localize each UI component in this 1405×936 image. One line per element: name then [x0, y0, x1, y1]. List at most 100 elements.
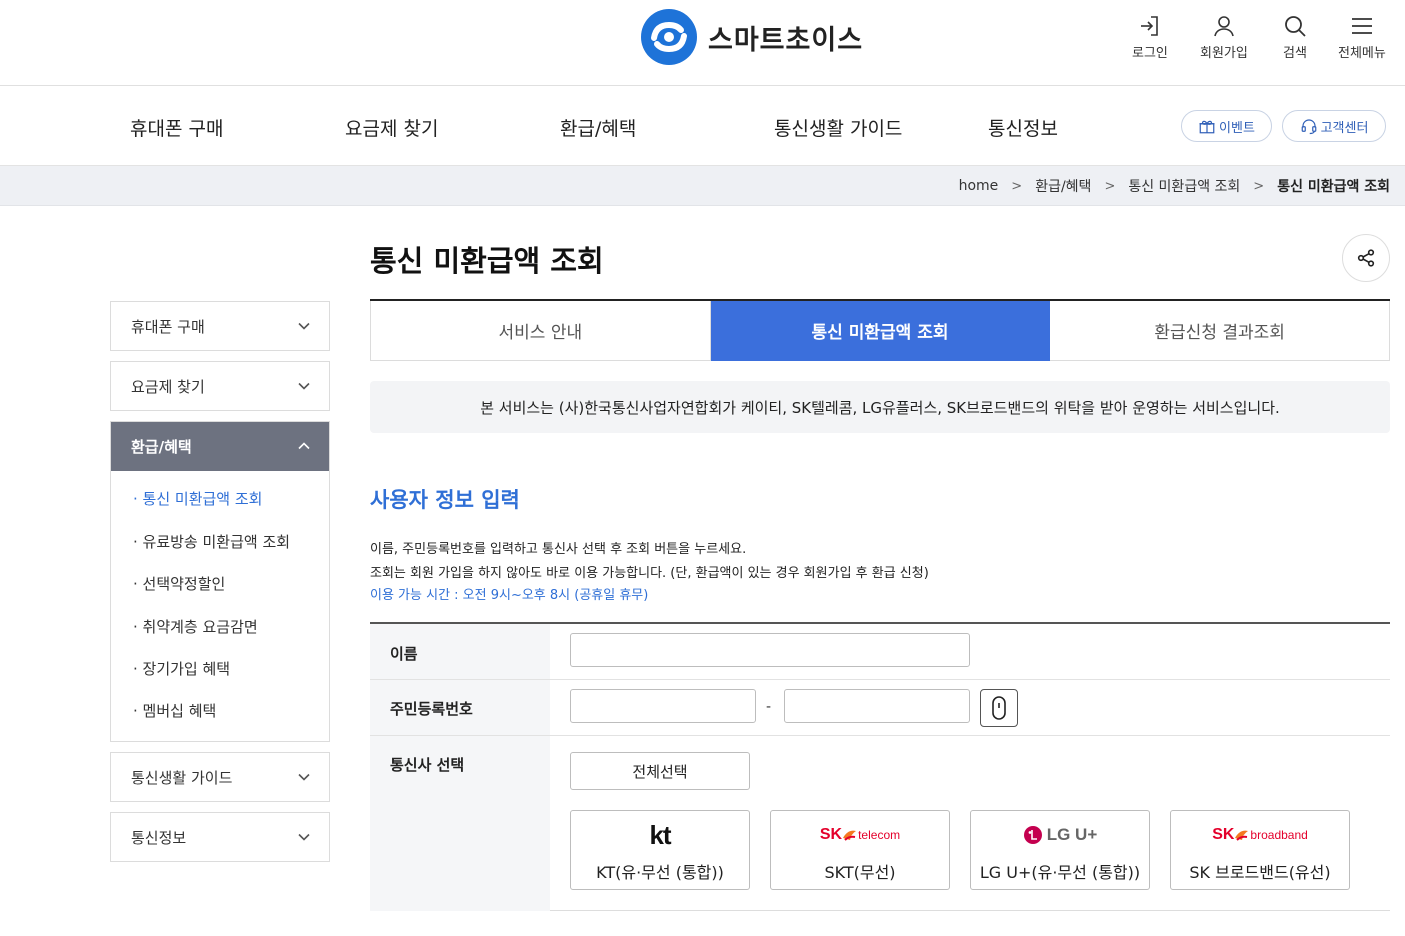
- breadcrumb-bar: home > 환급/혜택 > 통신 미환급액 조회 > 통신 미환급액 조회: [0, 166, 1405, 206]
- site-logo[interactable]: 스마트초이스: [640, 8, 863, 66]
- content-tabs: 서비스 안내 통신 미환급액 조회 환급신청 결과조회: [370, 299, 1391, 361]
- service-hours: 이용 가능 시간 : 오전 9시~오후 8시 (공휴일 휴무): [370, 588, 649, 603]
- gnb-item-plan[interactable]: 요금제 찾기: [345, 114, 438, 141]
- kt-logo: kt: [649, 819, 671, 850]
- carrier-name: SK 브로드밴드(유선): [1189, 863, 1331, 882]
- select-all-label: 전체선택: [632, 762, 688, 781]
- sk-butterfly-icon: [1235, 830, 1249, 841]
- name-label: 이름: [390, 645, 418, 663]
- gnb-item-info[interactable]: 통신정보: [988, 114, 1058, 141]
- sidebar-item-info[interactable]: 통신정보: [110, 812, 330, 862]
- select-all-button[interactable]: 전체선택: [570, 752, 750, 790]
- section-title: 사용자 정보 입력: [370, 488, 520, 512]
- sidebar-item-label: 요금제 찾기: [131, 377, 205, 396]
- gift-icon: [1199, 120, 1215, 134]
- gnb-item-guide[interactable]: 통신생활 가이드: [774, 114, 902, 141]
- breadcrumb-home[interactable]: home: [959, 178, 999, 194]
- sidebar-sub-broadcast-refund[interactable]: · 유료방송 미환급액 조회: [133, 531, 290, 552]
- sidebar-item-guide[interactable]: 통신생활 가이드: [110, 752, 330, 802]
- page-title: 통신 미환급액 조회: [370, 244, 604, 278]
- top-header: 스마트초이스 로그인 회원가입 검색 전체메뉴: [0, 0, 1405, 86]
- sidebar-item-plan[interactable]: 요금제 찾기: [110, 361, 330, 411]
- sidebar-sub-vulnerable-discount[interactable]: · 취약계층 요금감면: [133, 616, 258, 637]
- rrn-dash: -: [766, 699, 772, 715]
- login-label: 로그인: [1132, 46, 1168, 61]
- breadcrumb-current: 통신 미환급액 조회: [1277, 179, 1390, 195]
- chevron-right-icon: >: [1253, 178, 1265, 194]
- event-label: 이벤트: [1219, 120, 1255, 136]
- carrier-name: LG U+(유·무선 (통합)): [979, 863, 1141, 882]
- support-button[interactable]: 고객센터: [1282, 110, 1386, 142]
- instruction-text: 이름, 주민등록번호를 입력하고 통신사 선택 후 조회 버튼을 누르세요.: [370, 542, 747, 557]
- sidebar-item-label: 통신정보: [131, 828, 187, 847]
- lg-face-icon: [1023, 826, 1042, 844]
- rrn-back-input[interactable]: [784, 689, 970, 723]
- chevron-down-icon: [298, 382, 310, 390]
- user-icon: [1214, 16, 1234, 37]
- sk-butterfly-icon: [843, 830, 857, 841]
- carrier-name: SKT(무선): [824, 863, 896, 882]
- sidebar-sub-telecom-refund[interactable]: · 통신 미환급액 조회: [133, 488, 262, 509]
- smartchoice-logo-icon: [641, 9, 697, 65]
- support-label: 고객센터: [1320, 120, 1369, 136]
- chevron-down-icon: [298, 322, 310, 330]
- breadcrumb: home > 환급/혜택 > 통신 미환급액 조회 > 통신 미환급액 조회: [959, 166, 1390, 206]
- event-button[interactable]: 이벤트: [1181, 110, 1272, 142]
- rrn-label: 주민등록번호: [390, 700, 473, 718]
- logo-text: 스마트초이스: [708, 24, 864, 56]
- search-label: 검색: [1283, 46, 1307, 61]
- chevron-right-icon: >: [1104, 178, 1116, 194]
- sidebar-group-refund: 환급/혜택 · 통신 미환급액 조회 · 유료방송 미환급액 조회 · 선택약정…: [110, 421, 330, 742]
- signup-button[interactable]: 회원가입: [1200, 14, 1248, 61]
- tab-refund-query[interactable]: 통신 미환급액 조회: [710, 301, 1051, 361]
- lgu-logo: LG U+: [971, 821, 1149, 849]
- sidebar-item-label: 통신생활 가이드: [131, 768, 233, 787]
- notice-text: 본 서비스는 (사)한국통신사업자연합회가 케이티, SK텔레콤, LG유플러스…: [480, 398, 1280, 417]
- carrier-label: 통신사 선택: [390, 756, 465, 774]
- row-divider: [370, 679, 1390, 680]
- sidebar-sub-membership[interactable]: · 멤버십 혜택: [133, 700, 216, 721]
- name-input[interactable]: [570, 633, 970, 667]
- sidebar-item-phone[interactable]: 휴대폰 구매: [110, 301, 330, 351]
- skb-logo: SK broadband: [1212, 826, 1308, 843]
- search-button[interactable]: 검색: [1283, 14, 1307, 61]
- carrier-skt-button[interactable]: SK telecom SKT(무선): [770, 810, 950, 890]
- chevron-down-icon: [298, 773, 310, 781]
- sidebar-item-refund[interactable]: 환급/혜택: [111, 422, 329, 471]
- gnb-item-refund[interactable]: 환급/혜택: [560, 114, 636, 141]
- carrier-lgu-button[interactable]: LG U+ LG U+(유·무선 (통합)): [970, 810, 1150, 890]
- global-nav: 휴대폰 구매 요금제 찾기 환급/혜택 통신생활 가이드 통신정보 이벤트 고객…: [0, 86, 1405, 166]
- chevron-down-icon: [298, 833, 310, 841]
- service-notice: 본 서비스는 (사)한국통신사업자연합회가 케이티, SK텔레콤, LG유플러스…: [370, 381, 1390, 433]
- secure-keypad-button[interactable]: [980, 689, 1018, 727]
- menu-icon: [1351, 18, 1372, 34]
- carrier-skb-button[interactable]: SK broadband SK 브로드밴드(유선): [1170, 810, 1350, 890]
- breadcrumb-refund-query[interactable]: 통신 미환급액 조회: [1128, 176, 1240, 196]
- login-icon: [1140, 16, 1158, 36]
- sidebar-sub-contract-discount[interactable]: · 선택약정할인: [133, 573, 225, 594]
- chevron-right-icon: >: [1011, 178, 1023, 194]
- breadcrumb-refund[interactable]: 환급/혜택: [1035, 176, 1091, 196]
- tab-result-query[interactable]: 환급신청 결과조회: [1050, 301, 1391, 361]
- all-menu-button[interactable]: 전체메뉴: [1338, 14, 1386, 61]
- tab-service-guide[interactable]: 서비스 안내: [370, 301, 711, 361]
- skt-logo: SK telecom: [819, 826, 901, 843]
- sidebar-item-label: 휴대폰 구매: [131, 317, 205, 336]
- lock-capsule-icon: [992, 696, 1006, 720]
- login-button[interactable]: 로그인: [1132, 14, 1168, 61]
- row-divider: [370, 735, 1390, 736]
- carrier-kt-button[interactable]: kt KT(유·무선 (통합)): [570, 810, 750, 890]
- chevron-up-icon: [298, 442, 310, 450]
- share-button[interactable]: [1342, 234, 1390, 282]
- membership-note: 조회는 회원 가입을 하지 않아도 바로 이용 가능합니다. (단, 환급액이 …: [370, 566, 929, 581]
- signup-label: 회원가입: [1200, 46, 1248, 61]
- sidebar-item-label: 환급/혜택: [131, 438, 192, 456]
- headset-icon: [1301, 119, 1316, 135]
- sidebar-sub-long-term[interactable]: · 장기가입 혜택: [133, 658, 230, 679]
- carrier-name: KT(유·무선 (통합)): [596, 863, 724, 882]
- all-menu-label: 전체메뉴: [1338, 46, 1386, 61]
- share-icon: [1357, 249, 1375, 267]
- gnb-item-phone[interactable]: 휴대폰 구매: [130, 114, 223, 141]
- search-icon: [1285, 16, 1306, 37]
- rrn-front-input[interactable]: [570, 689, 756, 723]
